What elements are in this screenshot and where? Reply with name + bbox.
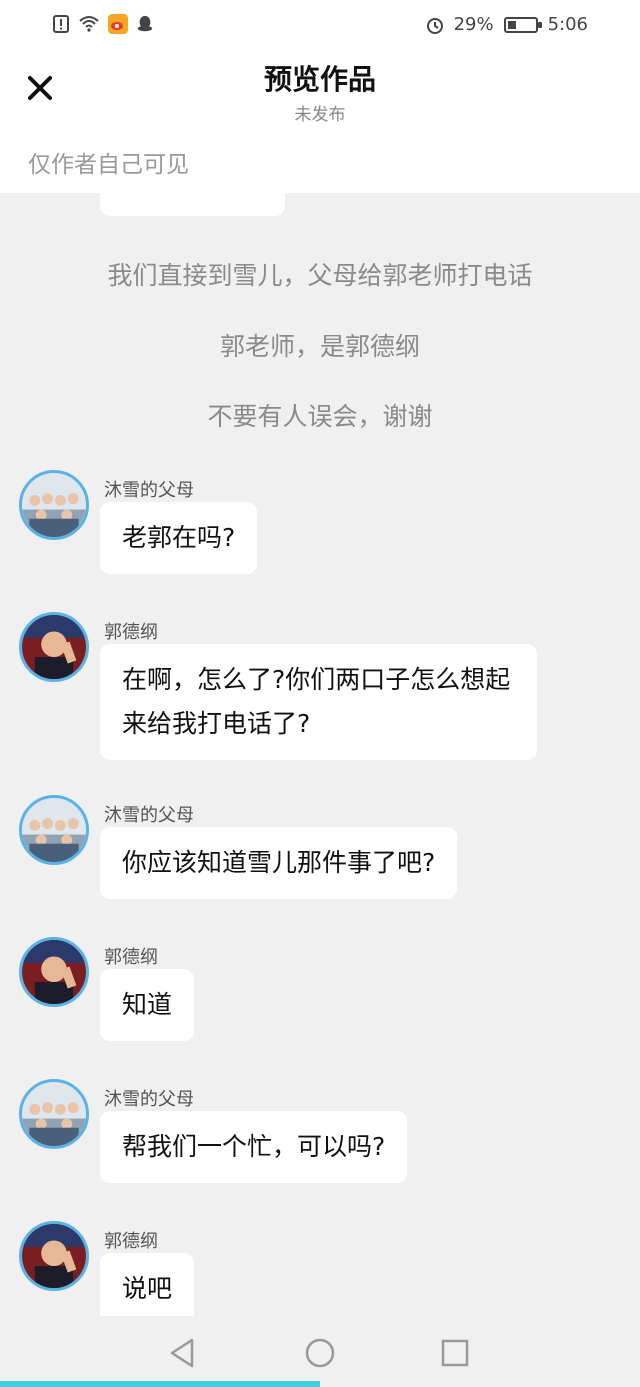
- narration-line: 我们直接到雪儿，父母给郭老师打电话: [107, 261, 533, 290]
- top-bar: 29% 5:06 预览作品 未发布 仅作者自己可见: [0, 0, 640, 193]
- avatar-guo-degang[interactable]: [19, 612, 89, 682]
- message-bubble: 老郭在吗?: [100, 502, 258, 574]
- battery-icon: [503, 16, 542, 33]
- avatar-guo-degang[interactable]: [19, 1221, 89, 1291]
- narration-line: 郭老师，是郭德纲: [219, 332, 420, 361]
- message-bubble: 你应该知道雪儿那件事了吧?: [100, 827, 458, 899]
- alarm-icon: [426, 17, 443, 34]
- home-nav-icon[interactable]: [303, 1336, 337, 1370]
- status-bar: 29% 5:06: [0, 0, 640, 50]
- sender-name: 郭德纲: [104, 947, 158, 968]
- sender-name: 沐雪的父母: [104, 1089, 194, 1110]
- message-bubble: 知道: [100, 969, 195, 1041]
- avatar-parents[interactable]: [19, 1079, 89, 1149]
- sender-name: 郭德纲: [104, 1231, 158, 1252]
- avatar-parents[interactable]: [19, 795, 89, 865]
- recents-nav-icon[interactable]: [438, 1336, 472, 1370]
- chat-feed[interactable]: 我们直接到雪儿，父母给郭老师打电话 郭老师，是郭德纲 不要有人误会，谢谢 沐雪的…: [0, 0, 640, 1387]
- narration-line: 不要有人误会，谢谢: [207, 402, 433, 431]
- playback-progress-bar[interactable]: [0, 1381, 640, 1387]
- page-title: 预览作品: [263, 63, 376, 96]
- publish-status: 未发布: [294, 105, 346, 125]
- clock: 5:06: [547, 14, 588, 35]
- sender-name: 沐雪的父母: [104, 480, 194, 501]
- visibility-note: 仅作者自己可见: [28, 152, 189, 178]
- avatar-parents[interactable]: [19, 470, 89, 540]
- sender-name: 郭德纲: [104, 622, 158, 643]
- battery-percent: 29%: [453, 14, 494, 35]
- alert-icon: [53, 15, 69, 33]
- avatar-guo-degang[interactable]: [19, 937, 89, 1007]
- message-bubble: 说吧: [100, 1253, 195, 1325]
- progress-fill: [0, 1381, 320, 1387]
- weibo-icon: [108, 14, 128, 34]
- qq-icon: [137, 15, 153, 32]
- message-bubble: 在啊，怎么了?你们两口子怎么想起来给我打电话了?: [100, 644, 537, 760]
- wifi-icon: [79, 16, 99, 32]
- sender-name: 沐雪的父母: [104, 805, 194, 826]
- message-bubble: 帮我们一个忙，可以吗?: [100, 1111, 408, 1183]
- system-nav-bar: [0, 1316, 640, 1387]
- back-nav-icon[interactable]: [166, 1336, 200, 1370]
